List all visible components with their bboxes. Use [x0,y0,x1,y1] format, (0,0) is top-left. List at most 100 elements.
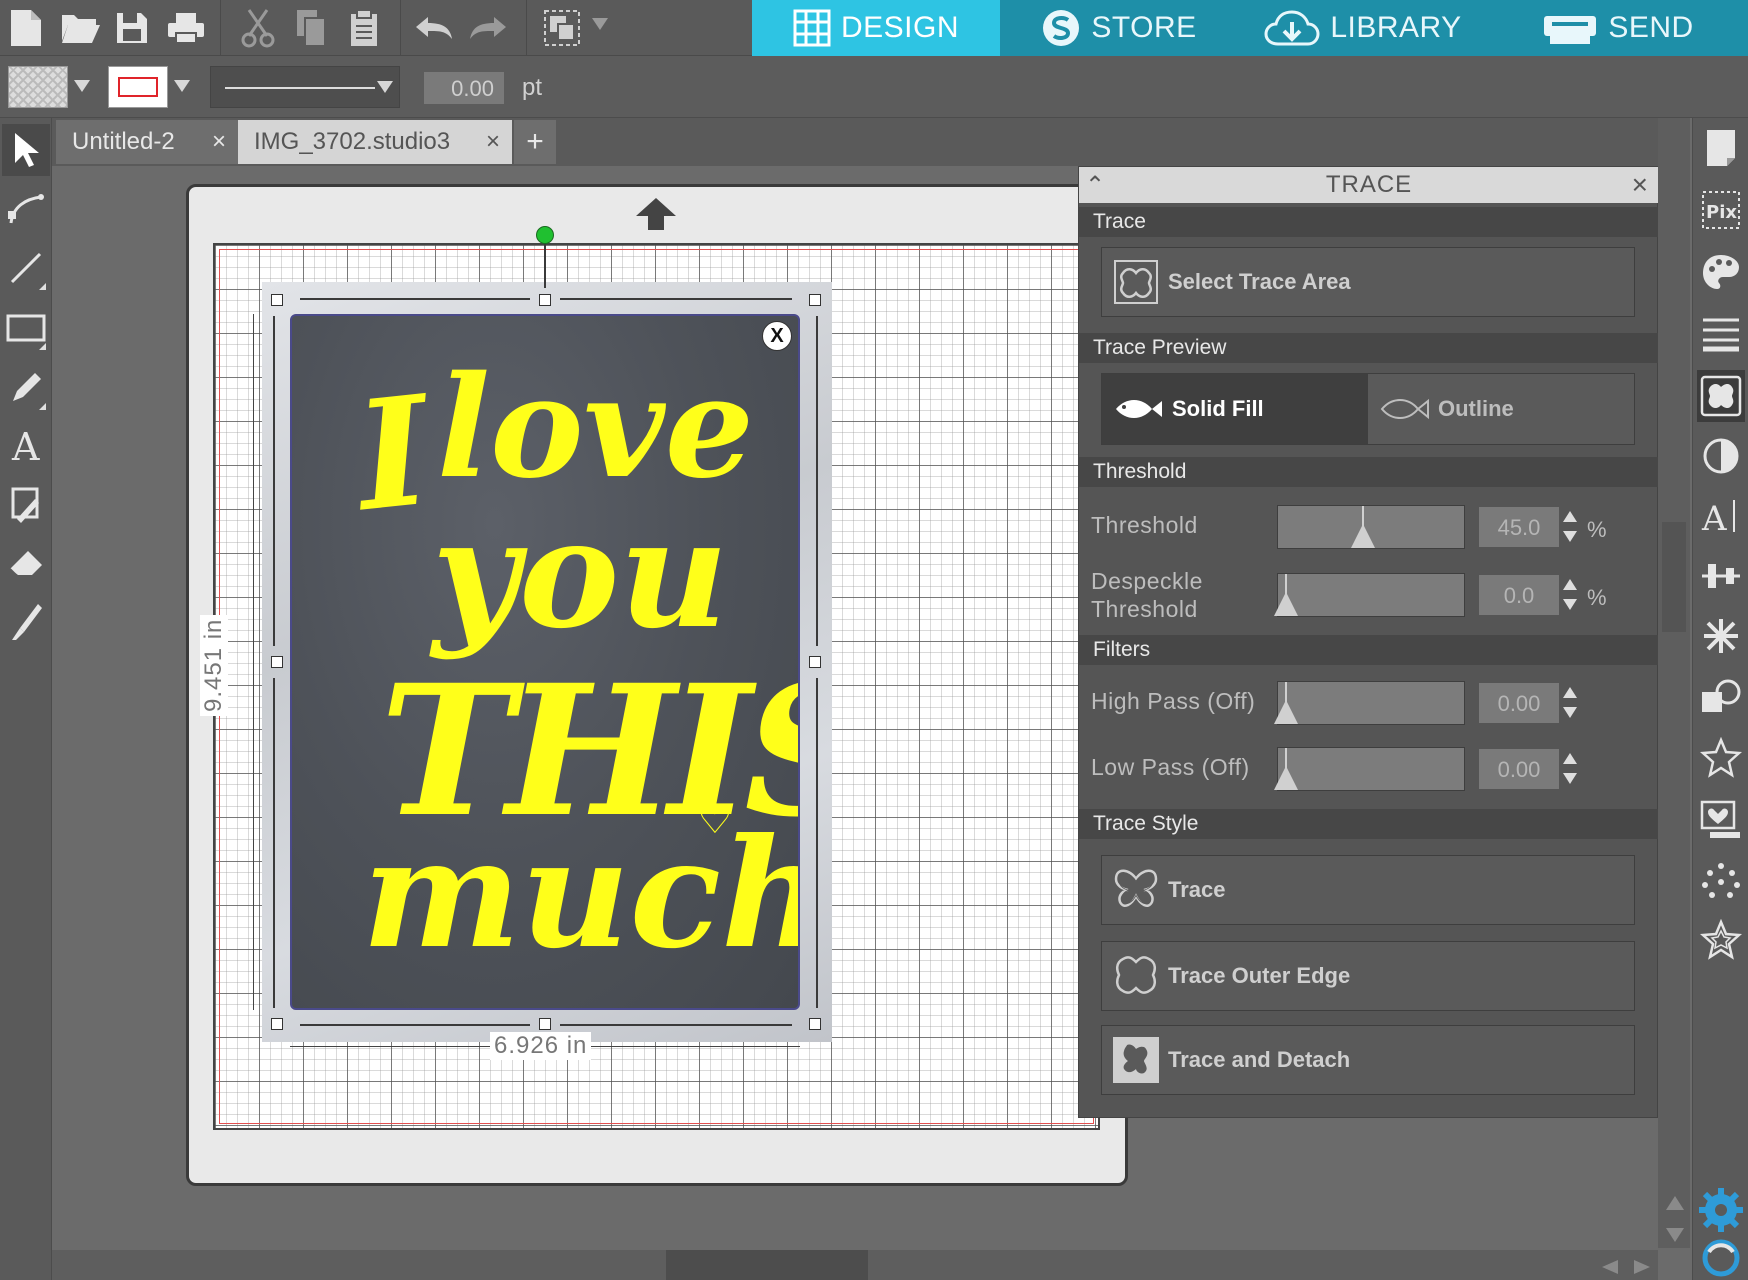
rectangle-tool[interactable] [2,302,50,354]
rotate-handle[interactable] [536,226,554,244]
despeckle-stepper[interactable] [1563,575,1579,615]
save-icon[interactable] [110,6,154,50]
settings-gear-icon[interactable] [1694,1186,1748,1280]
despeckle-unit: % [1587,585,1607,610]
slider-knob[interactable] [1274,592,1298,616]
tab-store[interactable]: STORE [1000,0,1238,56]
select-trace-area-button[interactable]: Select Trace Area [1101,247,1635,317]
despeckle-slider[interactable] [1274,573,1465,617]
modify-icon[interactable] [1697,672,1745,724]
horizontal-scroll-thumb[interactable] [666,1250,868,1280]
page-setup-icon[interactable] [1697,122,1745,174]
add-tab-button[interactable]: + [514,120,556,164]
doc-tab-untitled[interactable]: Untitled-2 × [56,120,238,164]
star-icon[interactable] [1697,732,1745,784]
cut-icon[interactable] [236,6,280,50]
resize-handle-n[interactable] [539,294,551,306]
vertical-scrollbar[interactable] [1658,118,1690,1248]
print-icon[interactable] [164,6,208,50]
resize-handle-e[interactable] [809,656,821,668]
fill-palette-icon[interactable] [1697,246,1745,298]
trace-and-detach-button[interactable]: Trace and Detach [1101,1025,1635,1095]
low-pass-value[interactable]: 0.00 [1479,749,1559,789]
group-dropdown-icon[interactable] [592,18,608,30]
line-color-swatch[interactable] [108,66,168,108]
high-pass-value[interactable]: 0.00 [1479,683,1559,723]
fill-color-swatch[interactable] [8,66,68,108]
slider-stem [1285,574,1287,594]
sketch-tool[interactable] [2,478,50,530]
replicate-icon[interactable] [1697,610,1745,662]
selection-edge [273,678,275,1008]
tab-send[interactable]: SEND [1488,0,1748,56]
selection-edge [816,678,818,1008]
draw-tool[interactable] [2,362,50,414]
library-heart-icon[interactable] [1697,794,1745,846]
paste-icon[interactable] [342,6,386,50]
scroll-left-right-icon[interactable] [1596,1256,1656,1278]
text-tool[interactable]: A [2,420,50,472]
eraser-tool[interactable] [2,536,50,588]
threshold-slider[interactable] [1277,505,1465,549]
undo-icon[interactable] [412,6,456,50]
threshold-value[interactable]: 45.0 [1479,507,1559,547]
high-pass-stepper[interactable] [1563,683,1579,723]
outline-option[interactable]: Outline [1368,374,1634,444]
horizontal-scrollbar[interactable] [52,1250,1658,1280]
resize-handle-nw[interactable] [271,294,283,306]
vertical-scroll-thumb[interactable] [1662,522,1686,632]
solid-fill-option[interactable]: Solid Fill [1102,374,1368,444]
resize-handle-s[interactable] [539,1018,551,1030]
close-panel-icon[interactable]: × [1632,169,1649,201]
slider-stem [1361,506,1364,526]
delete-object-button[interactable]: X [762,321,792,351]
close-tab-icon[interactable]: × [486,128,500,156]
low-pass-stepper[interactable] [1563,749,1579,789]
despeckle-value[interactable]: 0.0 [1479,575,1559,615]
new-document-icon[interactable] [4,6,48,50]
slider-knob[interactable] [1274,766,1298,790]
line-color-dropdown-icon[interactable] [174,80,190,92]
line-width-field[interactable]: 0.00 [424,72,504,104]
grid-icon [793,9,831,47]
line-style-icon[interactable] [1697,308,1745,360]
line-style-select[interactable] [210,66,400,108]
contrast-icon[interactable] [1697,430,1745,482]
slider-knob[interactable] [1274,700,1298,724]
low-pass-slider[interactable] [1274,747,1465,791]
trace-outer-edge-button[interactable]: Trace Outer Edge [1101,941,1635,1011]
trace-icon[interactable] [1697,370,1745,422]
outline-fish-icon [1380,398,1429,420]
collapse-chevron-icon[interactable]: ⌃ [1085,171,1106,200]
pixscan-icon[interactable]: Pix [1697,184,1745,236]
offset-star-icon[interactable] [1697,914,1745,966]
open-folder-icon[interactable] [58,6,102,50]
trace-button[interactable]: Trace [1101,855,1635,925]
scroll-up-down-icon[interactable] [1660,1190,1690,1250]
align-icon[interactable] [1697,550,1745,602]
tab-library[interactable]: LIBRARY [1238,0,1488,56]
high-pass-slider[interactable] [1274,681,1465,725]
copy-icon[interactable] [290,6,334,50]
panel-toolbar: Pix A [1692,118,1748,1280]
trace-panel-header: ⌃ TRACE × [1079,167,1659,203]
doc-tab-img3702[interactable]: IMG_3702.studio3 × [238,120,512,164]
close-tab-icon[interactable]: × [212,128,226,156]
tab-design[interactable]: DESIGN [752,0,1000,56]
resize-handle-se[interactable] [809,1018,821,1030]
resize-handle-w[interactable] [271,656,283,668]
rhinestone-icon[interactable] [1697,856,1745,908]
fill-dropdown-icon[interactable] [74,80,90,92]
slider-knob[interactable] [1350,524,1375,548]
threshold-stepper[interactable] [1563,507,1579,547]
text-style-icon[interactable]: A [1697,490,1745,542]
high-pass-label: High Pass (Off) [1091,688,1256,714]
knife-tool[interactable] [2,596,50,648]
select-tool[interactable] [2,124,50,176]
point-edit-tool[interactable] [2,182,50,234]
line-tool[interactable] [2,242,50,294]
resize-handle-ne[interactable] [809,294,821,306]
resize-handle-sw[interactable] [271,1018,283,1030]
redo-icon[interactable] [466,6,510,50]
group-icon[interactable] [540,6,584,50]
